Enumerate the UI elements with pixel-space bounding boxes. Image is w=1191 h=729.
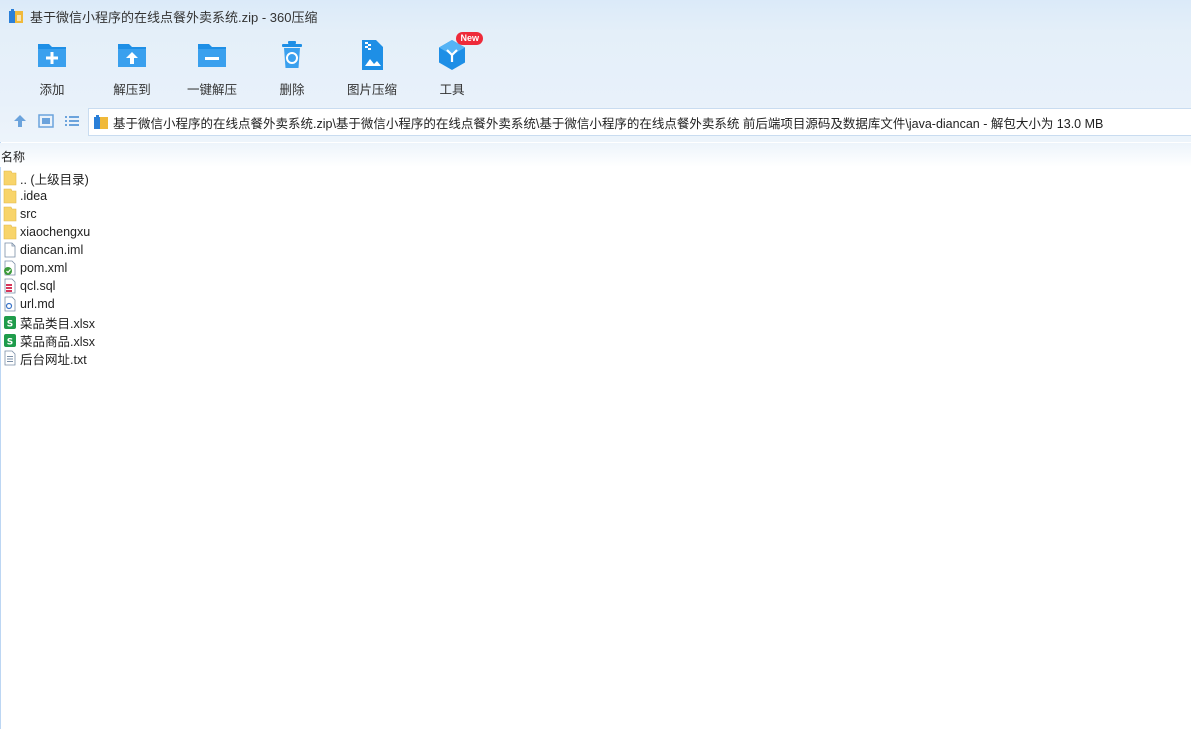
image-compress-label: 图片压缩 xyxy=(346,83,397,97)
new-badge: New xyxy=(456,32,483,45)
file-name: src xyxy=(20,207,37,221)
file-name: qcl.sql xyxy=(20,279,56,293)
xml-file-icon xyxy=(4,260,16,276)
file-name: pom.xml xyxy=(20,261,68,275)
extract-to-label: 解压到 xyxy=(113,83,151,97)
address-path: 基于微信小程序的在线点餐外卖系统.zip\基于微信小程序的在线点餐外卖系统\基于… xyxy=(113,116,1104,131)
delete-button[interactable]: 删除 xyxy=(257,38,327,100)
up-arrow-icon[interactable] xyxy=(11,112,29,130)
tools-label: 工具 xyxy=(439,83,465,97)
list-item[interactable]: S 菜品类目.xlsx xyxy=(0,313,1191,331)
title-bar: 基于微信小程序的在线点餐外卖系统.zip - 360压缩 xyxy=(0,0,1191,32)
one-click-extract-button[interactable]: 一键解压 xyxy=(177,38,247,100)
list-item[interactable]: diancan.iml xyxy=(0,241,1191,259)
column-name-header[interactable]: 名称 xyxy=(1,148,25,165)
folder-oneclick-icon xyxy=(198,44,226,67)
svg-text:S: S xyxy=(7,338,13,348)
tools-icon-wrap: New xyxy=(435,32,483,72)
address-row: 基于微信小程序的在线点餐外卖系统.zip\基于微信小程序的在线点餐外卖系统\基于… xyxy=(0,102,1191,142)
add-label: 添加 xyxy=(39,83,65,97)
folder-add-icon xyxy=(38,44,66,67)
delete-label: 删除 xyxy=(279,83,305,97)
file-name: xiaochengxu xyxy=(20,225,91,239)
folder-icon xyxy=(3,206,17,222)
file-name: 菜品类目.xlsx xyxy=(20,316,96,331)
recycle-bin-icon xyxy=(282,41,302,68)
file-name: .. (上级目录) xyxy=(20,172,89,187)
list-item[interactable]: pom.xml xyxy=(0,259,1191,277)
image-compress-icon xyxy=(362,40,383,70)
file-list: .. (上级目录) .idea src xiaochengxu diancan.… xyxy=(0,169,1191,367)
folder-icon xyxy=(3,188,17,204)
toolbar: 添加 解压到 一键解压 删除 图片压缩 New 工具 xyxy=(0,32,1191,102)
archive-app-icon xyxy=(9,9,23,23)
file-name: diancan.iml xyxy=(20,243,84,257)
extract-to-button[interactable]: 解压到 xyxy=(97,38,167,100)
text-file-icon xyxy=(4,350,16,366)
svg-text:S: S xyxy=(7,320,13,330)
thumbnail-view-icon[interactable] xyxy=(37,112,55,130)
list-view-icon[interactable] xyxy=(63,112,81,130)
list-item[interactable]: qcl.sql xyxy=(0,277,1191,295)
file-name: 后台网址.txt xyxy=(20,352,87,367)
one-click-extract-label: 一键解压 xyxy=(186,83,237,97)
folder-icon xyxy=(3,170,17,186)
list-item[interactable]: url.md xyxy=(0,295,1191,313)
list-item[interactable]: S 菜品商品.xlsx xyxy=(0,331,1191,349)
folder-extract-icon xyxy=(118,44,146,67)
image-compress-button[interactable]: 图片压缩 xyxy=(337,38,407,100)
window-title: 基于微信小程序的在线点餐外卖系统.zip - 360压缩 xyxy=(30,9,318,25)
archive-path-icon xyxy=(94,115,108,129)
list-item[interactable]: 后台网址.txt xyxy=(0,349,1191,367)
address-bar[interactable]: 基于微信小程序的在线点餐外卖系统.zip\基于微信小程序的在线点餐外卖系统\基于… xyxy=(88,108,1191,136)
list-item-parent[interactable]: .. (上级目录) xyxy=(0,169,1191,187)
list-item[interactable]: .idea xyxy=(0,187,1191,205)
list-item[interactable]: xiaochengxu xyxy=(0,223,1191,241)
list-item[interactable]: src xyxy=(0,205,1191,223)
column-header: 名称 xyxy=(0,143,1191,167)
file-name: .idea xyxy=(20,189,48,203)
add-button[interactable]: 添加 xyxy=(17,38,87,100)
spreadsheet-icon: S xyxy=(4,316,16,330)
markdown-file-icon xyxy=(4,296,16,312)
file-name: 菜品商品.xlsx xyxy=(20,334,96,349)
folder-icon xyxy=(3,224,17,240)
file-name: url.md xyxy=(20,297,55,311)
tools-button[interactable]: New 工具 xyxy=(417,32,487,100)
sql-file-icon xyxy=(4,278,16,294)
spreadsheet-icon: S xyxy=(4,334,16,348)
document-icon xyxy=(4,242,16,258)
